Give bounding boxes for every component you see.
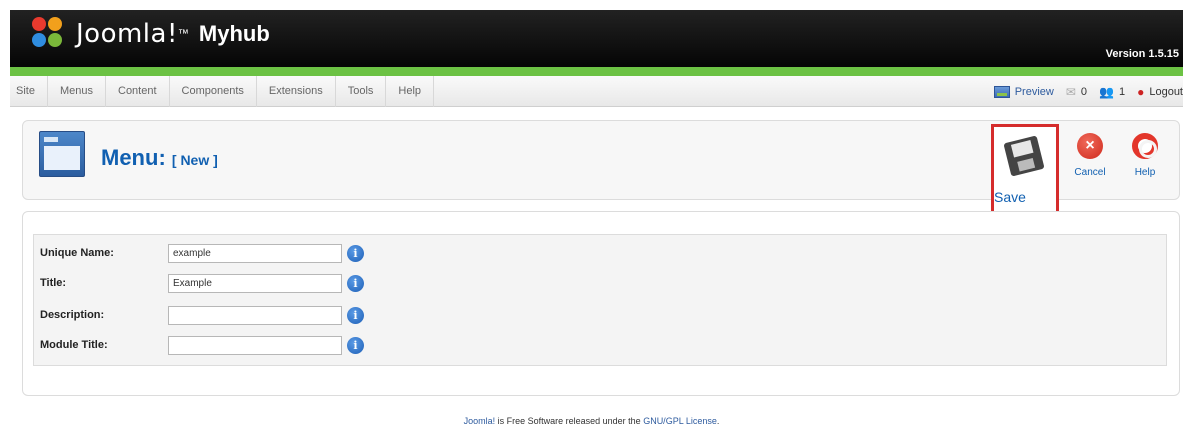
title-label: Title: xyxy=(40,277,67,289)
header-accent-bar xyxy=(10,67,1183,76)
menu-extensions[interactable]: Extensions xyxy=(257,76,336,107)
info-icon[interactable]: i xyxy=(347,274,364,292)
save-label: Save xyxy=(994,189,1026,205)
module-title-label: Module Title: xyxy=(40,339,108,351)
unique-name-input[interactable] xyxy=(168,243,342,263)
joomla-logo[interactable]: Joomla! ™ Myhub xyxy=(32,17,270,51)
messages-count: 0 xyxy=(1080,85,1088,98)
module-title-input[interactable] xyxy=(168,335,342,355)
description-row: Description: i xyxy=(40,305,364,325)
menu-components[interactable]: Components xyxy=(170,76,257,107)
status-area: Preview ✉ 0 👥 1 ● Logout xyxy=(982,76,1183,107)
logout-icon: ● xyxy=(1137,84,1145,99)
footer: Joomla! is Free Software released under … xyxy=(0,416,1183,426)
info-icon[interactable]: i xyxy=(347,336,364,354)
preview-icon xyxy=(993,85,1010,98)
save-button[interactable]: Save xyxy=(991,124,1059,216)
logout-link[interactable]: ● Logout xyxy=(1137,85,1183,99)
unique-name-row: Unique Name: i xyxy=(40,243,364,263)
menu-content[interactable]: Content xyxy=(106,76,170,107)
cancel-label: Cancel xyxy=(1074,167,1106,178)
page-title: Menu: [ New ] xyxy=(101,145,218,171)
preview-link[interactable]: Preview xyxy=(993,85,1054,98)
description-input[interactable] xyxy=(168,305,342,325)
title-row: Title: i xyxy=(40,273,364,293)
info-icon[interactable]: i xyxy=(347,306,364,324)
logo-text: Joomla! xyxy=(76,19,178,49)
preview-label: Preview xyxy=(1014,85,1054,98)
joomla-link[interactable]: Joomla! xyxy=(464,416,496,426)
users-icon: 👥 xyxy=(1099,84,1114,99)
info-icon[interactable]: i xyxy=(347,244,364,262)
main-menubar: Site Menus Content Components Extensions… xyxy=(10,76,1183,107)
admin-header: Joomla! ™ Myhub Version 1.5.15 xyxy=(10,10,1183,67)
page-subtitle: [ New ] xyxy=(171,152,218,168)
users-status[interactable]: 👥 1 xyxy=(1099,85,1125,99)
messages-status[interactable]: ✉ 0 xyxy=(1066,85,1087,99)
site-name: Myhub xyxy=(198,21,270,46)
menu-site[interactable]: Site xyxy=(10,76,48,107)
footer-period: . xyxy=(716,416,720,426)
users-count: 1 xyxy=(1118,85,1126,98)
menu-manager-icon xyxy=(39,131,85,177)
version-label: Version 1.5.15 xyxy=(1105,48,1179,60)
messages-icon: ✉ xyxy=(1065,84,1076,99)
unique-name-label: Unique Name: xyxy=(40,247,114,259)
cancel-icon: × xyxy=(1077,133,1103,159)
details-panel: Unique Name: i Title: i Description: i M… xyxy=(22,211,1180,396)
description-label: Description: xyxy=(40,309,105,321)
license-link[interactable]: GNU/GPL License xyxy=(643,416,717,426)
lifebuoy-icon xyxy=(1132,133,1158,159)
footer-text: is Free Software released under the xyxy=(495,416,644,426)
menu-help[interactable]: Help xyxy=(386,76,435,107)
help-label: Help xyxy=(1134,167,1156,178)
page-title-text: Menu: xyxy=(101,145,166,170)
menu-tools[interactable]: Tools xyxy=(336,76,387,107)
help-button[interactable]: Help xyxy=(1124,133,1166,178)
floppy-disk-icon xyxy=(1003,135,1045,177)
menu-menus[interactable]: Menus xyxy=(48,76,106,107)
logout-label: Logout xyxy=(1149,85,1183,98)
toolbar-panel: Menu: [ New ] Save × Cancel Help xyxy=(22,120,1180,216)
joomla-logo-icon xyxy=(32,17,70,51)
cancel-button[interactable]: × Cancel xyxy=(1069,133,1111,178)
menu-details-form: Unique Name: i Title: i Description: i M… xyxy=(33,234,1167,366)
trademark-mark: ™ xyxy=(177,28,189,40)
module-title-row: Module Title: i xyxy=(40,335,364,355)
title-input[interactable] xyxy=(168,273,342,293)
